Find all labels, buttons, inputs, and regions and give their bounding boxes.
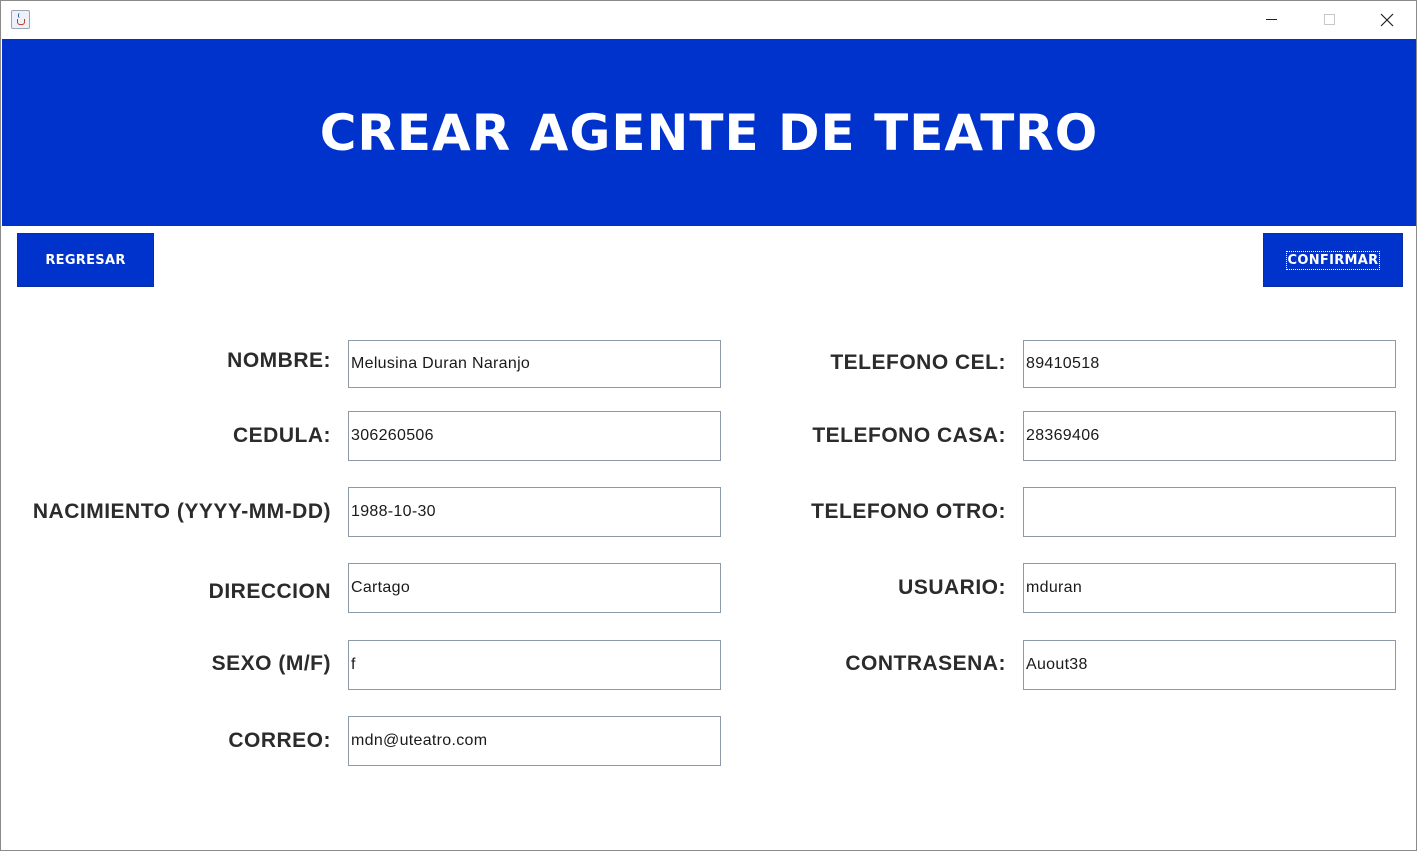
nombre-label: NOMBRE: (227, 349, 331, 372)
direccion-input[interactable] (348, 563, 721, 613)
back-button[interactable]: REGRESAR (17, 233, 154, 287)
telefono-cel-label: TELEFONO CEL: (830, 351, 1006, 374)
page-title: CREAR AGENTE DE TEATRO (319, 103, 1099, 162)
nacimiento-input[interactable] (348, 487, 721, 537)
nacimiento-label: NACIMIENTO (YYYY-MM-DD) (32, 500, 331, 523)
telefono-otro-input[interactable] (1023, 487, 1396, 537)
close-icon (1380, 13, 1394, 26)
direccion-label: DIRECCION (208, 580, 331, 603)
minimize-button[interactable] (1242, 1, 1300, 38)
contrasena-input[interactable] (1023, 640, 1396, 690)
correo-input[interactable] (348, 716, 721, 766)
telefono-otro-label: TELEFONO OTRO: (811, 500, 1006, 523)
cedula-label: CEDULA: (233, 424, 331, 447)
confirm-button-label: CONFIRMAR (1285, 250, 1381, 270)
header-banner: CREAR AGENTE DE TEATRO (2, 39, 1416, 226)
telefono-cel-input[interactable] (1023, 340, 1396, 388)
maximize-icon (1323, 14, 1335, 25)
minimize-icon (1265, 19, 1277, 20)
java-cup-icon[interactable] (11, 10, 30, 29)
close-button[interactable] (1358, 1, 1416, 38)
usuario-label: USUARIO: (898, 576, 1006, 599)
cedula-input[interactable] (348, 411, 721, 461)
app-window: CREAR AGENTE DE TEATRO REGRESAR CONFIRMA… (0, 0, 1417, 851)
sexo-input[interactable] (348, 640, 721, 690)
nombre-input[interactable] (348, 340, 721, 388)
telefono-casa-input[interactable] (1023, 411, 1396, 461)
confirm-button[interactable]: CONFIRMAR (1263, 233, 1403, 287)
correo-label: CORREO: (228, 729, 331, 752)
sexo-label: SEXO (M/F) (211, 652, 331, 675)
usuario-input[interactable] (1023, 563, 1396, 613)
maximize-button[interactable] (1300, 1, 1358, 38)
telefono-casa-label: TELEFONO CASA: (812, 424, 1006, 447)
title-bar (1, 1, 1416, 38)
contrasena-label: CONTRASENA: (845, 652, 1006, 675)
